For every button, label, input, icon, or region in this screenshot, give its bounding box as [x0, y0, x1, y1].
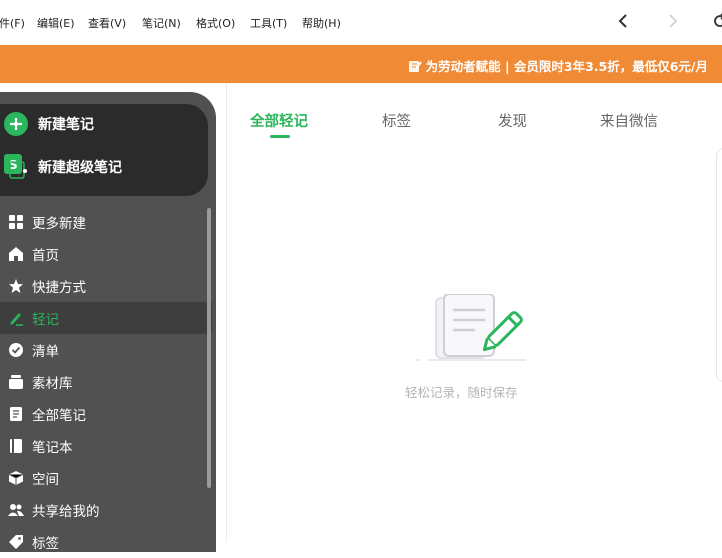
sidebar-item-checklist[interactable]: 清单	[0, 334, 212, 366]
promo-banner[interactable]: 为劳动者赋能 | 会员限时3年3.5折，最低仅6元/月	[0, 45, 722, 83]
promo-banner-text: 为劳动者赋能 | 会员限时3年3.5折，最低仅6元/月	[425, 59, 708, 74]
menu-help[interactable]: 帮助(H)	[302, 15, 341, 31]
chevron-left-icon	[618, 14, 627, 28]
new-note-panel: 新建笔记 S 新建超级笔记	[0, 104, 208, 196]
plus-circle-icon	[4, 112, 28, 136]
sidebar-item-label: 素材库	[32, 376, 73, 392]
promo-banner-content[interactable]: 为劳动者赋能 | 会员限时3年3.5折，最低仅6元/月	[408, 56, 708, 75]
super-note-icon: S	[4, 154, 27, 179]
forward-button[interactable]	[661, 9, 685, 33]
sidebar-item-materials[interactable]: 素材库	[0, 366, 212, 398]
sidebar: 新建笔记 S 新建超级笔记 更多新建 首页 快捷方式 轻记 清单 素材库 全部笔…	[0, 92, 216, 552]
sidebar-item-label: 笔记本	[32, 440, 73, 456]
new-note-label: 新建笔记	[38, 117, 94, 133]
menu-note[interactable]: 笔记(N)	[142, 15, 181, 31]
menu-file[interactable]: 件(F)	[0, 15, 25, 31]
chevron-right-icon	[669, 14, 678, 28]
menu-tools[interactable]: 工具(T)	[250, 15, 287, 31]
sidebar-item-home[interactable]: 首页	[0, 238, 212, 270]
sidebar-item-all-notes[interactable]: 全部笔记	[0, 398, 212, 430]
sidebar-scrollbar[interactable]	[207, 208, 211, 488]
star-icon	[8, 278, 24, 294]
sidebar-item-label: 快捷方式	[32, 280, 86, 296]
menu-format[interactable]: 格式(O)	[196, 15, 235, 31]
sidebar-item-label: 全部笔记	[32, 408, 86, 424]
tab-all-quick-notes[interactable]: 全部轻记	[250, 110, 308, 131]
sidebar-item-shared-with-me[interactable]: 共享给我的	[0, 494, 212, 526]
notebook-icon	[8, 438, 24, 454]
active-tab-indicator	[270, 135, 290, 138]
sidebar-item-label: 更多新建	[32, 216, 86, 232]
menu-edit[interactable]: 编辑(E)	[37, 15, 75, 31]
users-icon	[8, 502, 24, 518]
new-super-note-button[interactable]: S 新建超级笔记	[4, 152, 122, 182]
check-circle-icon	[8, 342, 24, 358]
grid-icon	[8, 214, 24, 230]
sidebar-item-label: 共享给我的	[32, 504, 100, 520]
sidebar-item-shortcuts[interactable]: 快捷方式	[0, 270, 212, 302]
right-panel-edge	[716, 148, 722, 382]
pen-icon	[8, 310, 24, 326]
sidebar-item-label: 清单	[32, 344, 59, 360]
menu-view[interactable]: 查看(V)	[88, 15, 126, 31]
sidebar-item-label: 轻记	[32, 312, 59, 328]
sidebar-item-spaces[interactable]: 空间	[0, 462, 212, 494]
document-icon	[8, 406, 24, 422]
sidebar-item-tags[interactable]: 标签	[0, 526, 212, 558]
new-note-button[interactable]: 新建笔记	[4, 109, 94, 139]
sidebar-divider	[226, 83, 227, 542]
empty-state-text: 轻松记录，随时保存	[405, 385, 518, 400]
tab-discover[interactable]: 发现	[498, 110, 527, 131]
home-icon	[8, 246, 24, 262]
archive-icon	[8, 374, 24, 390]
back-button[interactable]	[611, 9, 635, 33]
refresh-icon	[714, 13, 722, 27]
sidebar-item-quick-notes[interactable]: 轻记	[0, 302, 212, 334]
tab-from-wechat[interactable]: 来自微信	[600, 110, 658, 131]
sidebar-item-label: 首页	[32, 248, 59, 264]
new-super-note-label: 新建超级笔记	[38, 160, 122, 176]
sidebar-item-more-new[interactable]: 更多新建	[0, 206, 212, 238]
empty-notes-illustration	[416, 294, 526, 361]
cube-icon	[8, 470, 24, 486]
menu-bar: 件(F) 编辑(E) 查看(V) 笔记(N) 格式(O) 工具(T) 帮助(H)	[0, 0, 722, 45]
sync-button[interactable]	[708, 9, 722, 33]
edit-note-icon	[408, 60, 422, 72]
tab-tags[interactable]: 标签	[382, 110, 411, 131]
sidebar-item-label: 标签	[32, 536, 59, 552]
sidebar-item-notebooks[interactable]: 笔记本	[0, 430, 212, 462]
tag-icon	[8, 534, 24, 550]
sidebar-item-label: 空间	[32, 472, 59, 488]
